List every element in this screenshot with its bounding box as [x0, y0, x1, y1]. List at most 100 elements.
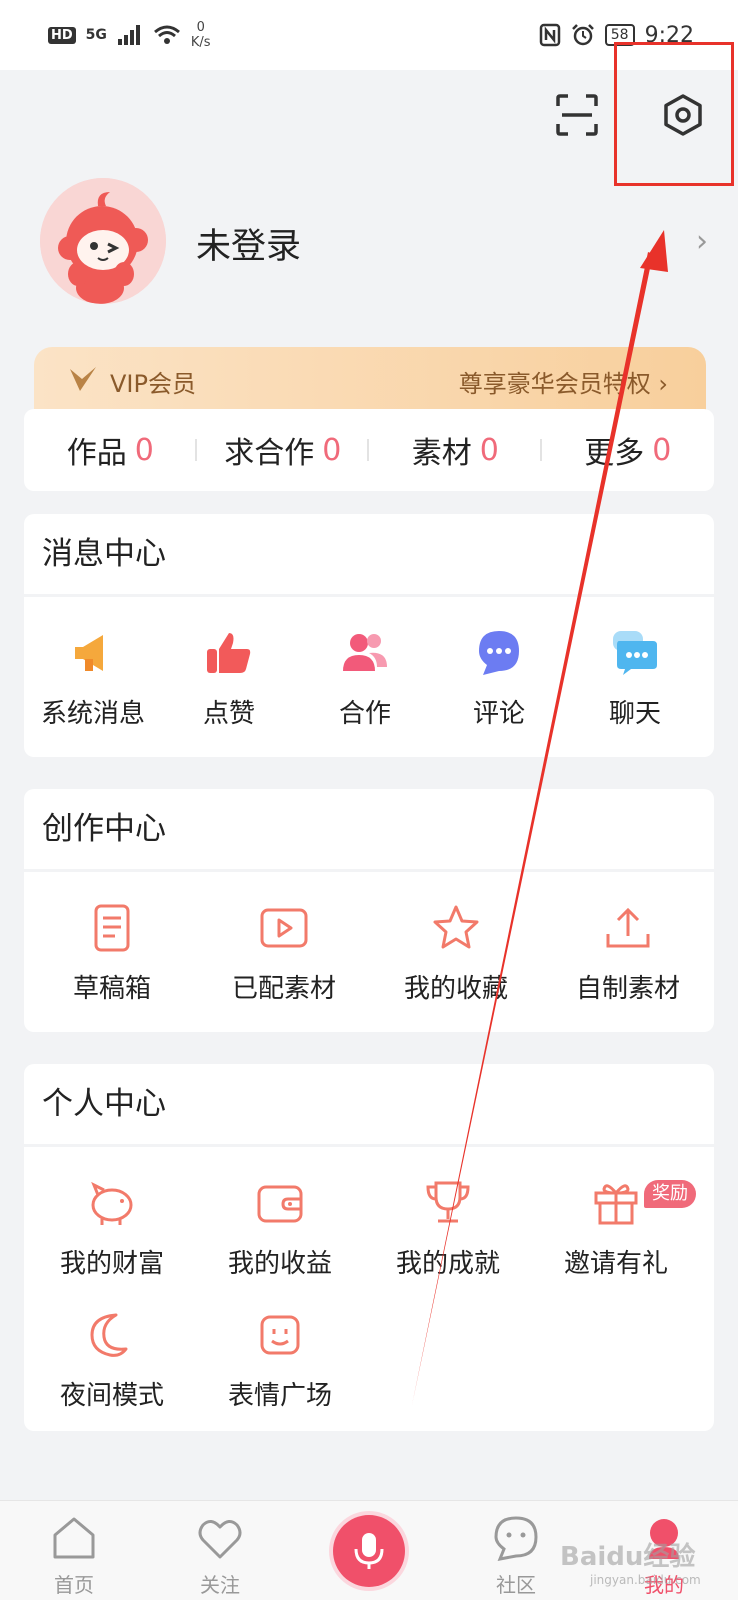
avatar[interactable]: [40, 178, 166, 304]
speed-value: 0: [196, 20, 205, 35]
message-center-body: 系统消息 点赞 合作 评论 聊天: [24, 597, 714, 757]
stat-label: 更多: [584, 436, 645, 471]
network-speed: 0 K/s: [191, 20, 211, 50]
item-label: 点赞: [202, 699, 255, 729]
item-label: 自制素材: [575, 974, 680, 1004]
stat-collaboration[interactable]: 求合作 0: [197, 428, 369, 472]
home-icon: [53, 1517, 95, 1559]
reward-badge: 奖励: [644, 1180, 696, 1208]
my-favorites-button[interactable]: 我的收藏: [386, 902, 526, 1005]
system-messages-button[interactable]: 系统消息: [38, 627, 148, 730]
my-wealth-button[interactable]: 我的财富: [52, 1177, 172, 1280]
nfc-icon: [539, 23, 561, 47]
stat-count: 0: [322, 432, 342, 468]
personal-center-title: 个人中心: [24, 1064, 714, 1144]
scan-button[interactable]: [554, 92, 600, 138]
chat-icon: [613, 631, 657, 675]
item-label: 已配素材: [231, 974, 336, 1004]
scan-icon: [556, 94, 598, 136]
tab-community[interactable]: 社区: [466, 1513, 566, 1598]
stat-label: 求合作: [224, 436, 315, 471]
stat-count: 0: [479, 432, 499, 468]
message-center-title: 消息中心: [24, 514, 714, 594]
item-label: 评论: [472, 699, 525, 729]
tab-follow[interactable]: 关注: [170, 1513, 270, 1598]
community-icon: [494, 1516, 538, 1561]
thumbs-up-icon: [207, 633, 251, 673]
item-label: 草稿箱: [72, 974, 151, 1004]
wallet-icon: [257, 1185, 303, 1223]
drafts-button[interactable]: 草稿箱: [52, 902, 172, 1005]
item-label: 我的财富: [59, 1249, 164, 1279]
creation-center-body: 草稿箱 已配素材 我的收藏 自制素材: [24, 872, 714, 1032]
vip-label: VIP会员: [110, 370, 196, 398]
microphone-icon: [354, 1533, 384, 1569]
profile-header[interactable]: 未登录 ›: [0, 170, 738, 320]
signal-icon: [117, 25, 140, 45]
record-button[interactable]: [333, 1515, 405, 1587]
heart-icon: [198, 1520, 242, 1559]
stat-count: 0: [134, 432, 154, 468]
vip-logo-icon: [70, 367, 96, 391]
stat-works[interactable]: 作品 0: [24, 428, 197, 472]
watermark-brand: Baidu经验: [560, 1542, 696, 1572]
custom-materials-button[interactable]: 自制素材: [558, 902, 698, 1005]
my-earnings-button[interactable]: 我的收益: [220, 1177, 340, 1280]
tab-home[interactable]: 首页: [24, 1513, 124, 1598]
stat-materials[interactable]: 素材 0: [369, 428, 542, 472]
stat-count: 0: [652, 432, 672, 468]
matched-materials-button[interactable]: 已配素材: [214, 902, 354, 1005]
draft-icon: [94, 904, 130, 952]
emoji-icon: [260, 1315, 300, 1355]
star-icon: [433, 905, 479, 949]
annotation-highlight-box: [614, 42, 734, 186]
item-label: 邀请有礼: [563, 1249, 668, 1279]
tab-label: 关注: [200, 1573, 240, 1597]
watermark-domain: jingyan.baidu.com: [590, 1573, 701, 1587]
comments-button[interactable]: 评论: [444, 627, 554, 730]
item-label: 系统消息: [40, 699, 145, 729]
personal-center-body: 我的财富 我的收益 我的成就 邀请有礼 夜间模式 表情广场: [24, 1147, 714, 1431]
stat-more[interactable]: 更多 0: [542, 428, 715, 472]
gift-icon: [594, 1184, 638, 1225]
item-label: 夜间模式: [59, 1381, 164, 1411]
wifi-icon: [153, 25, 180, 44]
megaphone-icon: [75, 635, 103, 671]
network-indicator: 5G: [85, 27, 107, 43]
cooperation-button[interactable]: 合作: [310, 627, 420, 730]
username: 未登录: [196, 227, 302, 267]
item-label: 我的收藏: [403, 974, 508, 1004]
emoji-plaza-button[interactable]: 表情广场: [220, 1309, 340, 1412]
my-achievements-button[interactable]: 我的成就: [388, 1177, 508, 1280]
item-label: 聊天: [608, 699, 661, 729]
stat-label: 作品: [66, 436, 127, 471]
stat-label: 素材: [411, 436, 472, 471]
video-icon: [260, 908, 308, 948]
vip-promo-link[interactable]: 尊享豪华会员特权 ›: [459, 364, 668, 399]
chat-button[interactable]: 聊天: [580, 627, 690, 730]
creation-center-title: 创作中心: [24, 789, 714, 869]
mascot-avatar-icon: [40, 178, 166, 304]
hd-badge: HD: [48, 26, 76, 44]
item-label: 我的收益: [227, 1249, 332, 1279]
stats-row: 作品 0 求合作 0 素材 0 更多 0: [24, 409, 714, 491]
likes-button[interactable]: 点赞: [174, 627, 284, 730]
night-mode-button[interactable]: 夜间模式: [52, 1309, 172, 1412]
bottom-tab-bar: 首页 关注 社区 我的 Baidu经验 jingyan.baidu.com: [0, 1500, 738, 1600]
speed-unit: K/s: [190, 35, 211, 50]
upload-icon: [606, 907, 650, 948]
item-label: 合作: [338, 699, 391, 729]
tab-label: 社区: [496, 1573, 536, 1597]
vip-banner[interactable]: VIP会员 尊享豪华会员特权 ›: [34, 347, 706, 411]
trophy-icon: [426, 1181, 470, 1223]
item-label: 表情广场: [227, 1381, 332, 1411]
piggy-bank-icon: [91, 1181, 133, 1225]
item-label: 我的成就: [395, 1249, 500, 1279]
tab-label: 首页: [54, 1573, 94, 1597]
moon-icon: [90, 1313, 128, 1357]
users-icon: [343, 634, 387, 671]
status-left: HD 5G 0 K/s: [48, 20, 211, 50]
chevron-right-icon: ›: [696, 224, 708, 259]
comment-icon: [479, 631, 519, 675]
alarm-icon: [571, 24, 594, 46]
